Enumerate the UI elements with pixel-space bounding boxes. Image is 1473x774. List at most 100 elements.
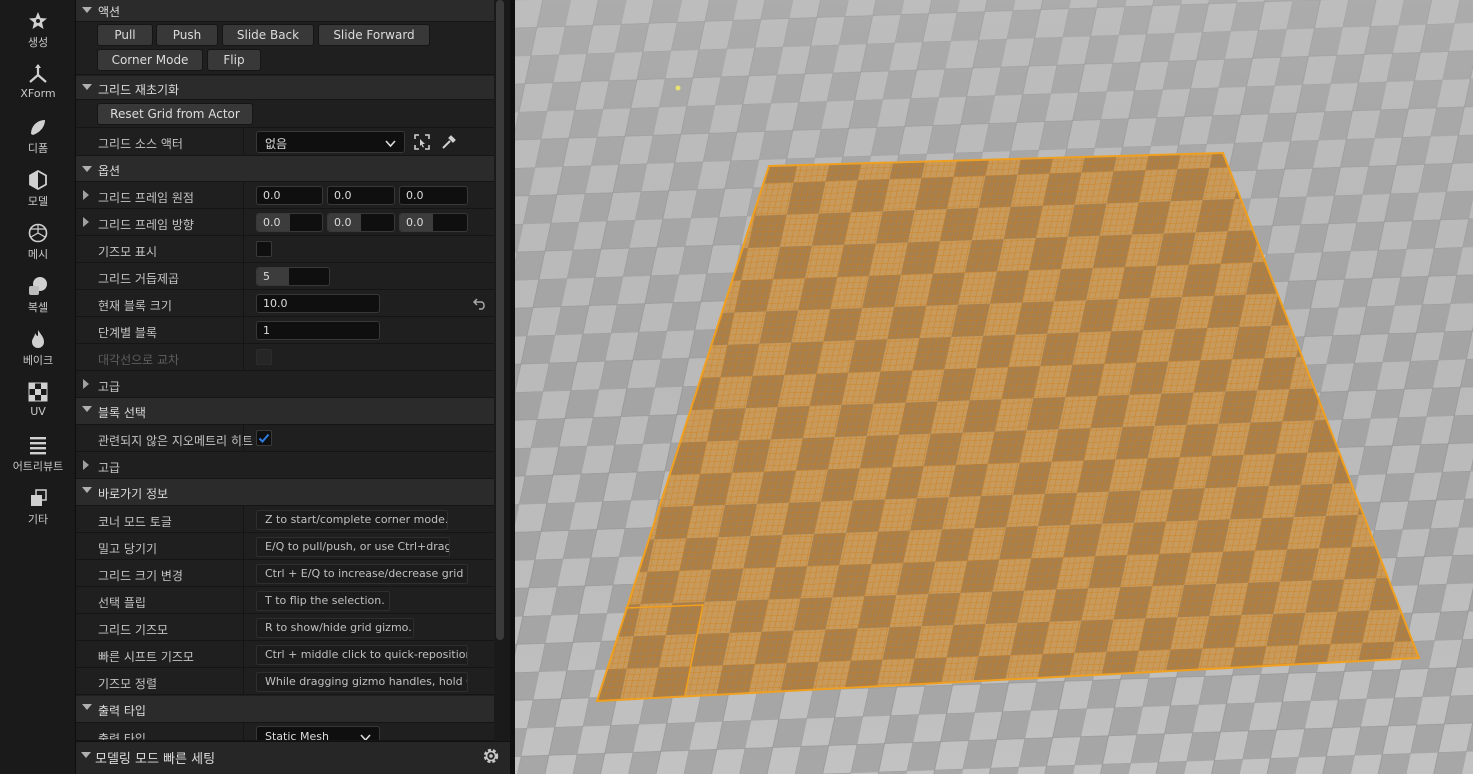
flip-button[interactable]: Flip [207, 49, 261, 71]
tool-deform[interactable]: 디폼 [0, 108, 76, 160]
shortcut-row: 밀고 당기기 E/Q to pull/push, or use Ctrl+dra… [76, 533, 494, 560]
block-size-field[interactable]: 10.0 [256, 294, 380, 313]
output-type-dropdown[interactable]: Static Mesh [256, 726, 380, 741]
column-divider [243, 533, 244, 560]
origin-z-field[interactable]: 0.0 [399, 186, 468, 205]
slide-back-button[interactable]: Slide Back [222, 24, 314, 46]
shortcut-value: R to show/hide grid gizmo. [256, 618, 414, 638]
options-advanced-row[interactable]: 고급 [76, 371, 494, 398]
tool-mesh[interactable]: 메시 [0, 214, 76, 266]
expand-arrow-icon[interactable] [83, 217, 89, 227]
expand-arrow-icon[interactable] [83, 460, 89, 470]
push-button[interactable]: Push [156, 24, 218, 46]
column-divider [243, 236, 244, 263]
category-actions[interactable]: 액션 [76, 0, 494, 22]
shortcut-value: E/Q to pull/push, or use Ctrl+drag. [256, 537, 450, 557]
chevron-down-icon [360, 732, 371, 740]
block-selection-advanced-row[interactable]: 고급 [76, 452, 494, 479]
tool-voxel[interactable]: 복셀 [0, 267, 76, 319]
tool-bake[interactable]: 베이크 [0, 320, 76, 372]
collapse-arrow-icon [82, 487, 92, 493]
tool-uv[interactable]: UV [0, 373, 76, 425]
grid-power-slider[interactable]: 5 [256, 267, 330, 286]
dropdown-value: Static Mesh [265, 730, 329, 741]
collapse-arrow-icon [81, 752, 91, 758]
details-panel: 액션 Pull Push Slide Back Slide Forward Co… [76, 0, 510, 774]
category-block-selection[interactable]: 블록 선택 [76, 398, 494, 425]
origin-y-field[interactable]: 0.0 [327, 186, 395, 205]
shortcut-row: 그리드 크기 변경 Ctrl + E/Q to increase/decreas… [76, 560, 494, 587]
tool-xform[interactable]: XForm [0, 55, 76, 107]
collapse-arrow-icon [82, 166, 92, 172]
tool-label: 생성 [27, 36, 49, 49]
reset-grid-row: Reset Grid from Actor [76, 100, 494, 128]
property-label: 기즈모 정렬 [98, 677, 158, 691]
tool-create[interactable]: 생성 [0, 2, 76, 54]
shortcut-row: 선택 플립 T to flip the selection. [76, 587, 494, 614]
tool-label: 기타 [27, 513, 49, 526]
tool-misc[interactable]: 기타 [0, 479, 76, 531]
property-label: 출력 타입 [98, 732, 146, 741]
category-title: 옵션 [98, 164, 121, 178]
corner-mode-button[interactable]: Corner Mode [97, 49, 203, 71]
property-label: 밀고 당기기 [98, 542, 158, 556]
orientation-x-field[interactable]: 0.0 [256, 213, 323, 232]
quick-settings-bar[interactable]: 모델링 모드 빠른 세팅 [76, 741, 510, 774]
blocks-per-step-row: 단계별 블록 1 [76, 317, 494, 344]
property-label: 대각선으로 교차 [98, 353, 180, 367]
category-grid-reinit[interactable]: 그리드 재초기화 [76, 76, 494, 100]
light-source-marker [675, 85, 681, 91]
orientation-z-field[interactable]: 0.0 [399, 213, 468, 232]
slide-forward-button[interactable]: Slide Forward [318, 24, 430, 46]
expand-arrow-icon[interactable] [83, 379, 89, 389]
grid-power-row: 그리드 거듭제곱 5 [76, 263, 494, 290]
tool-label: 어트리뷰트 [12, 460, 64, 473]
voxel-icon [27, 275, 49, 297]
property-label: 기즈모 표시 [98, 245, 158, 259]
pull-button[interactable]: Pull [97, 24, 153, 46]
collapse-arrow-icon [82, 84, 92, 90]
origin-x-field[interactable]: 0.0 [256, 186, 323, 205]
scrollbar-thumb[interactable] [496, 0, 504, 640]
property-label: 현재 블록 크기 [98, 299, 172, 313]
hit-unrelated-checkbox[interactable] [256, 430, 272, 446]
select-actor-icon[interactable] [413, 133, 433, 151]
tool-attributes[interactable]: 어트리뷰트 [0, 426, 76, 478]
category-output-type[interactable]: 출력 타입 [76, 696, 494, 723]
column-divider [243, 263, 244, 290]
blocks-per-step-field[interactable]: 1 [256, 321, 380, 340]
source-actor-dropdown[interactable]: 없음 [256, 131, 405, 153]
column-divider [243, 128, 244, 155]
category-shortcuts[interactable]: 바로가기 정보 [76, 479, 494, 506]
property-label: 그리드 소스 액터 [98, 137, 183, 151]
viewport[interactable] [515, 0, 1473, 774]
tool-model[interactable]: 모델 [0, 161, 76, 213]
tool-label: 복셀 [27, 301, 49, 314]
slider-fill [257, 268, 290, 285]
column-divider [243, 209, 244, 236]
property-label: 그리드 프레임 원점 [98, 191, 194, 205]
uv-icon [27, 381, 49, 403]
tool-label: XForm [20, 87, 56, 100]
bake-icon [27, 328, 49, 350]
column-divider [243, 668, 244, 695]
model-icon [27, 169, 49, 191]
chevron-down-icon [385, 137, 396, 151]
property-label: 그리드 기즈모 [98, 623, 169, 637]
column-divider [243, 560, 244, 587]
reset-grid-from-actor-button[interactable]: Reset Grid from Actor [97, 103, 253, 125]
reset-to-default-icon[interactable] [472, 297, 489, 311]
quick-settings-title: 모델링 모드 빠른 세팅 [95, 752, 216, 767]
column-divider [243, 344, 244, 371]
gear-icon[interactable] [480, 745, 502, 767]
property-label: 그리드 프레임 방향 [98, 218, 194, 232]
property-label: 그리드 크기 변경 [98, 569, 183, 583]
mode-toolbar: 생성 XForm 디폼 모델 메시 복셀 베이크 UV 어트리뷰트 기타 [0, 0, 76, 774]
eyedropper-icon[interactable] [440, 133, 460, 151]
category-title: 출력 타입 [98, 704, 146, 718]
expand-arrow-icon[interactable] [83, 190, 89, 200]
orientation-y-field[interactable]: 0.0 [327, 213, 395, 232]
mesh-icon [27, 222, 49, 244]
category-options[interactable]: 옵션 [76, 156, 494, 182]
show-gizmo-checkbox[interactable] [256, 241, 272, 257]
